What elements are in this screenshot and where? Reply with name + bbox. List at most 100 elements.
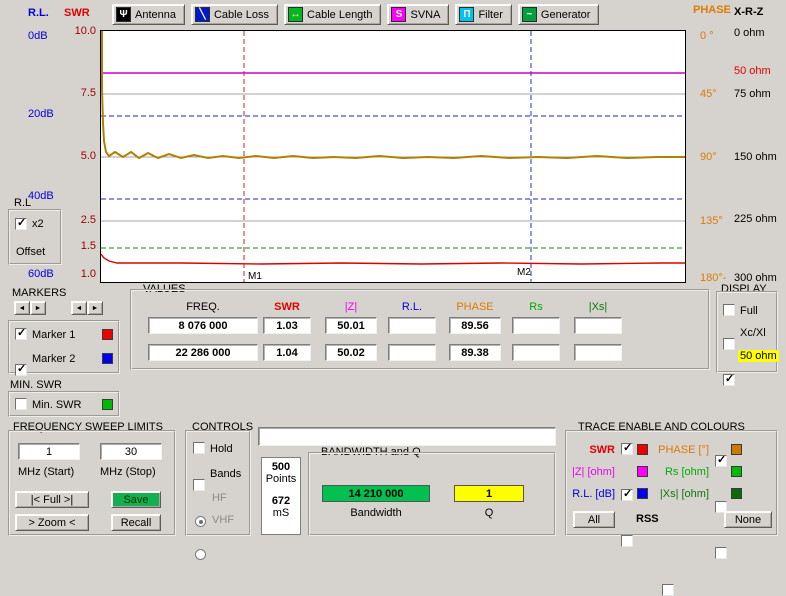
display-full-label: Full bbox=[740, 305, 758, 317]
hf-label: HF bbox=[212, 492, 227, 504]
display-50ohm-label: 50 ohm bbox=[738, 350, 779, 362]
trace-phase-swatch[interactable] bbox=[731, 444, 742, 455]
marker2-checkbox[interactable] bbox=[15, 364, 27, 376]
swr-tick-7-5: 7.5 bbox=[60, 87, 96, 99]
zoom-button[interactable]: > Zoom < bbox=[15, 514, 89, 531]
antenna-button[interactable]: Ψ Antenna bbox=[112, 4, 185, 25]
marker1-label: Marker 1 bbox=[32, 329, 75, 341]
phase-tick-45: 45° bbox=[700, 88, 717, 100]
filter-button-label: Filter bbox=[478, 9, 502, 21]
antenna-button-label: Antenna bbox=[135, 9, 176, 21]
rl-panel: x2 Offset bbox=[8, 209, 62, 265]
z-tick-50: 50 ohm bbox=[734, 65, 771, 77]
marker1-swr-cell: 1.03 bbox=[263, 317, 311, 334]
marker2-color-swatch[interactable] bbox=[102, 353, 113, 364]
z-tick-75: 75 ohm bbox=[734, 88, 771, 100]
sweep-time-value: 672 bbox=[262, 495, 300, 507]
min-swr-panel: Min. SWR bbox=[8, 391, 120, 417]
swr-tick-2-5: 2.5 bbox=[60, 214, 96, 226]
marker2-next-button[interactable]: ► bbox=[87, 301, 103, 315]
rl-tick-20db: 20dB bbox=[28, 108, 54, 120]
cable-loss-button-label: Cable Loss bbox=[214, 9, 269, 21]
markers-panel-title: MARKERS bbox=[12, 287, 66, 299]
q-value: 1 bbox=[454, 485, 524, 502]
cable-length-button[interactable]: ↔ Cable Length bbox=[284, 4, 381, 25]
recall-button[interactable]: Recall bbox=[111, 514, 161, 531]
sweep-stop-input[interactable] bbox=[100, 443, 162, 460]
trace-swr-label: SWR bbox=[571, 444, 615, 456]
min-swr-checkbox[interactable] bbox=[15, 398, 27, 410]
trace-swr-swatch[interactable] bbox=[637, 444, 648, 455]
marker2-label: Marker 2 bbox=[32, 353, 75, 365]
sweep-time-label: mS bbox=[262, 507, 300, 519]
rl-panel-title: R.L bbox=[14, 197, 31, 209]
cable-loss-button[interactable]: ╲ Cable Loss bbox=[191, 4, 278, 25]
marker1-freq-cell[interactable]: 8 076 000 bbox=[148, 317, 258, 334]
rss-checkbox[interactable] bbox=[662, 584, 674, 596]
marker1-checkbox[interactable] bbox=[15, 328, 27, 340]
full-span-button[interactable]: |< Full >| bbox=[15, 491, 89, 508]
trace-rs-swatch[interactable] bbox=[731, 466, 742, 477]
display-full-checkbox[interactable] bbox=[723, 304, 735, 316]
text-entry-field[interactable] bbox=[258, 427, 556, 446]
sweep-start-input[interactable] bbox=[18, 443, 80, 460]
display-xcxl-checkbox[interactable] bbox=[723, 338, 735, 350]
points-box: 500 Points 672 mS bbox=[261, 457, 301, 535]
traces-all-button[interactable]: All bbox=[573, 511, 615, 528]
trace-z-checkbox[interactable] bbox=[621, 489, 633, 501]
svna-button[interactable]: S SVNA bbox=[387, 4, 449, 25]
antenna-analyzer-app: { "toolbar": { "rl": "R.L.", "swr": "SWR… bbox=[0, 0, 786, 544]
offset-label: Offset bbox=[16, 246, 45, 258]
marker2-phase-cell: 89.38 bbox=[449, 344, 501, 361]
min-swr-color-swatch[interactable] bbox=[102, 399, 113, 410]
swr-tick-10: 10.0 bbox=[60, 25, 96, 37]
save-button[interactable]: Save bbox=[111, 491, 161, 508]
chart-area[interactable]: M1 M2 bbox=[100, 30, 686, 283]
vhf-label: VHF bbox=[212, 514, 234, 526]
trace-z-swatch[interactable] bbox=[637, 466, 648, 477]
generator-button[interactable]: ~ Generator bbox=[518, 4, 600, 25]
hf-radio[interactable] bbox=[195, 516, 206, 527]
trace-swr-checkbox[interactable] bbox=[621, 443, 633, 455]
x2-checkbox[interactable] bbox=[15, 218, 27, 230]
swr-tick-1: 1.0 bbox=[60, 268, 96, 280]
bandwidth-label: Bandwidth bbox=[322, 507, 430, 519]
marker1-z-cell: 50.01 bbox=[325, 317, 377, 334]
trace-xs-label: |Xs| [ohm] bbox=[653, 488, 709, 500]
trace-rl-swatch[interactable] bbox=[637, 488, 648, 499]
cable-length-button-label: Cable Length bbox=[307, 9, 372, 21]
marker2-freq-cell[interactable]: 22 286 000 bbox=[148, 344, 258, 361]
marker2-prev-button[interactable]: ◄ bbox=[71, 301, 87, 315]
z-tick-150: 150 ohm bbox=[734, 151, 777, 163]
marker1-rl-cell bbox=[388, 317, 436, 334]
trace-xs-checkbox[interactable] bbox=[715, 547, 727, 559]
values-header-freq: FREQ. bbox=[148, 301, 258, 313]
trace-rl-checkbox[interactable] bbox=[621, 535, 633, 547]
traces-none-button[interactable]: None bbox=[724, 511, 772, 528]
toolbar: Ψ Antenna ╲ Cable Loss ↔ Cable Length S … bbox=[112, 4, 599, 25]
bandwidth-panel: 14 210 000 1 Bandwidth Q bbox=[308, 452, 556, 536]
rss-label: RSS bbox=[636, 513, 659, 525]
trace-xs-swatch[interactable] bbox=[731, 488, 742, 499]
marker1-next-button[interactable]: ► bbox=[30, 301, 46, 315]
bands-label: Bands bbox=[210, 468, 241, 480]
marker1-color-swatch[interactable] bbox=[102, 329, 113, 340]
bands-checkbox[interactable] bbox=[193, 479, 205, 491]
xrz-axis-title: X-R-Z bbox=[734, 6, 763, 18]
marker1-prev-button[interactable]: ◄ bbox=[14, 301, 30, 315]
q-label: Q bbox=[454, 507, 524, 519]
trace-phase-checkbox[interactable] bbox=[715, 455, 727, 467]
marker2-chart-label: M2 bbox=[517, 267, 531, 278]
controls-panel: Hold Bands HF VHF bbox=[185, 430, 251, 536]
phase-axis-title: PHASE bbox=[693, 4, 731, 16]
values-header-phase: PHASE bbox=[449, 301, 501, 313]
min-swr-label: Min. SWR bbox=[32, 399, 82, 411]
values-header-xs: |Xs| bbox=[574, 301, 622, 313]
antenna-icon: Ψ bbox=[116, 7, 131, 22]
filter-button[interactable]: Π Filter bbox=[455, 4, 511, 25]
vhf-radio[interactable] bbox=[195, 549, 206, 560]
display-50ohm-checkbox[interactable] bbox=[723, 374, 735, 386]
hold-checkbox[interactable] bbox=[193, 442, 205, 454]
chart-canvas: M1 M2 bbox=[101, 31, 685, 282]
z-tick-0: 0 ohm bbox=[734, 27, 765, 39]
